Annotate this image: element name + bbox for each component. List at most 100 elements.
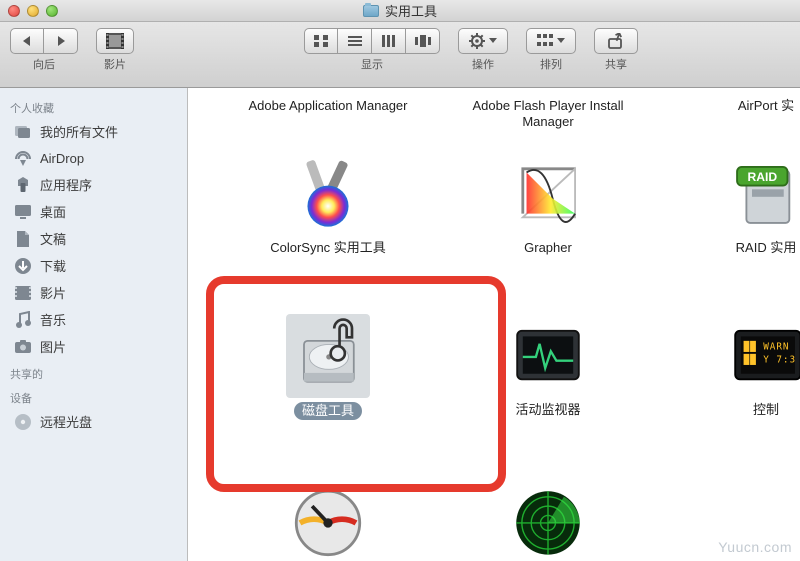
sidebar-item-remote-disc[interactable]: 远程光盘	[0, 408, 187, 435]
sidebar-item-label: 桌面	[40, 202, 66, 221]
all-files-icon	[14, 123, 32, 141]
svg-text:RAID: RAID	[747, 170, 777, 184]
sidebar-section-favorites: 个人收藏	[0, 94, 187, 118]
grid-item-airport[interactable]: AirPort 实	[666, 94, 800, 114]
pictures-icon	[14, 338, 32, 356]
share-button[interactable]	[594, 28, 638, 54]
main-area: Adobe Application Manager Adobe Flash Pl…	[188, 88, 800, 561]
svg-text:██ Y 7:3: ██ Y 7:3	[743, 354, 796, 366]
grid-item-partial-2[interactable]	[448, 480, 648, 561]
grid-item-partial-1[interactable]	[228, 480, 428, 561]
grapher-icon	[506, 152, 590, 236]
sidebar-item-downloads[interactable]: 下载	[0, 252, 187, 279]
grid-item-label: Adobe Application Manager	[248, 98, 407, 114]
movies-label: 影片	[104, 56, 126, 72]
sidebar-item-airdrop[interactable]: AirDrop	[0, 145, 187, 171]
gear-icon	[469, 33, 487, 49]
watermark: Yuucn.com	[718, 539, 792, 555]
minimize-window-button[interactable]	[27, 5, 39, 17]
sidebar-item-label: 音乐	[40, 310, 66, 329]
sidebar-item-documents[interactable]: 文稿	[0, 225, 187, 252]
triangle-left-icon	[20, 34, 34, 48]
grid-icon	[313, 34, 329, 48]
desktop-icon	[14, 203, 32, 221]
svg-text:██ WARN: ██ WARN	[743, 340, 790, 352]
sidebar-item-desktop[interactable]: 桌面	[0, 198, 187, 225]
documents-icon	[14, 230, 32, 248]
movies-toolbar-item: 影片	[96, 28, 134, 72]
grid-item-raid[interactable]: RAID RAID 实用	[666, 152, 800, 256]
arrange-button[interactable]	[526, 28, 576, 54]
coverflow-icon	[415, 34, 431, 48]
traffic-lights	[8, 5, 58, 17]
sidebar-section-shared: 共享的	[0, 360, 187, 384]
coverflow-view-button[interactable]	[406, 28, 440, 54]
gauge-icon	[286, 480, 370, 561]
grid-item-console[interactable]: ██ WARN ██ Y 7:3 控制	[666, 314, 800, 418]
grid-item-label: AirPort 实	[738, 98, 794, 114]
tutorial-highlight	[206, 276, 506, 492]
chevron-down-icon	[557, 38, 565, 44]
view-label: 显示	[361, 56, 383, 72]
sidebar-item-label: 远程光盘	[40, 412, 92, 431]
airdrop-icon	[14, 149, 32, 167]
disc-icon	[14, 413, 32, 431]
sidebar-item-music[interactable]: 音乐	[0, 306, 187, 333]
column-view-button[interactable]	[372, 28, 406, 54]
arrange-icon	[537, 34, 555, 48]
sidebar-item-label: 文稿	[40, 229, 66, 248]
action-button[interactable]	[458, 28, 508, 54]
share-icon	[607, 33, 625, 49]
share-label: 共享	[605, 56, 627, 72]
sidebar-item-label: 图片	[40, 337, 66, 356]
raid-icon: RAID	[724, 152, 800, 236]
view-switcher-group: 显示	[304, 28, 440, 72]
sidebar: 个人收藏 我的所有文件 AirDrop 应用程序 桌面 文稿 下载 影片	[0, 88, 188, 561]
titlebar: 实用工具	[0, 0, 800, 22]
colorsync-icon	[286, 152, 370, 236]
sidebar-item-label: 影片	[40, 283, 66, 302]
back-button[interactable]	[10, 28, 44, 54]
sidebar-item-label: 下载	[40, 256, 66, 275]
grid-item-grapher[interactable]: Grapher	[448, 152, 648, 256]
columns-icon	[381, 34, 397, 48]
grid-item-label: ColorSync 实用工具	[270, 240, 386, 256]
sidebar-item-applications[interactable]: 应用程序	[0, 171, 187, 198]
grid-item-adobe-flash[interactable]: Adobe Flash Player Install Manager	[448, 94, 648, 129]
grid-item-colorsync[interactable]: ColorSync 实用工具	[228, 152, 428, 256]
movies-button[interactable]	[96, 28, 134, 54]
film-icon	[105, 32, 125, 50]
sidebar-item-pictures[interactable]: 图片	[0, 333, 187, 360]
grid-item-adobe-app-mgr[interactable]: Adobe Application Manager	[228, 94, 428, 114]
action-label: 操作	[472, 56, 494, 72]
icon-view-button[interactable]	[304, 28, 338, 54]
downloads-icon	[14, 257, 32, 275]
action-group: 操作	[458, 28, 508, 72]
movies-icon	[14, 284, 32, 302]
radar-icon	[506, 480, 590, 561]
grid-item-label: Grapher	[524, 240, 572, 256]
triangle-right-icon	[54, 34, 68, 48]
sidebar-item-all-files[interactable]: 我的所有文件	[0, 118, 187, 145]
grid-item-label: RAID 实用	[736, 240, 797, 256]
back-forward-group: 向后	[10, 28, 78, 72]
arrange-label: 排列	[540, 56, 562, 72]
window-title-text: 实用工具	[385, 1, 437, 20]
close-window-button[interactable]	[8, 5, 20, 17]
activity-monitor-icon	[506, 314, 590, 398]
chevron-down-icon	[489, 38, 497, 44]
grid-item-label: 控制	[753, 402, 779, 418]
list-icon	[347, 34, 363, 48]
window-title: 实用工具	[363, 1, 437, 20]
list-view-button[interactable]	[338, 28, 372, 54]
forward-button[interactable]	[44, 28, 78, 54]
zoom-window-button[interactable]	[46, 5, 58, 17]
sidebar-item-label: AirDrop	[40, 151, 84, 166]
sidebar-item-movies[interactable]: 影片	[0, 279, 187, 306]
arrange-group: 排列	[526, 28, 576, 72]
sidebar-item-label: 我的所有文件	[40, 122, 118, 141]
applications-icon	[14, 176, 32, 194]
console-icon: ██ WARN ██ Y 7:3	[724, 314, 800, 398]
sidebar-section-devices: 设备	[0, 384, 187, 408]
music-icon	[14, 311, 32, 329]
